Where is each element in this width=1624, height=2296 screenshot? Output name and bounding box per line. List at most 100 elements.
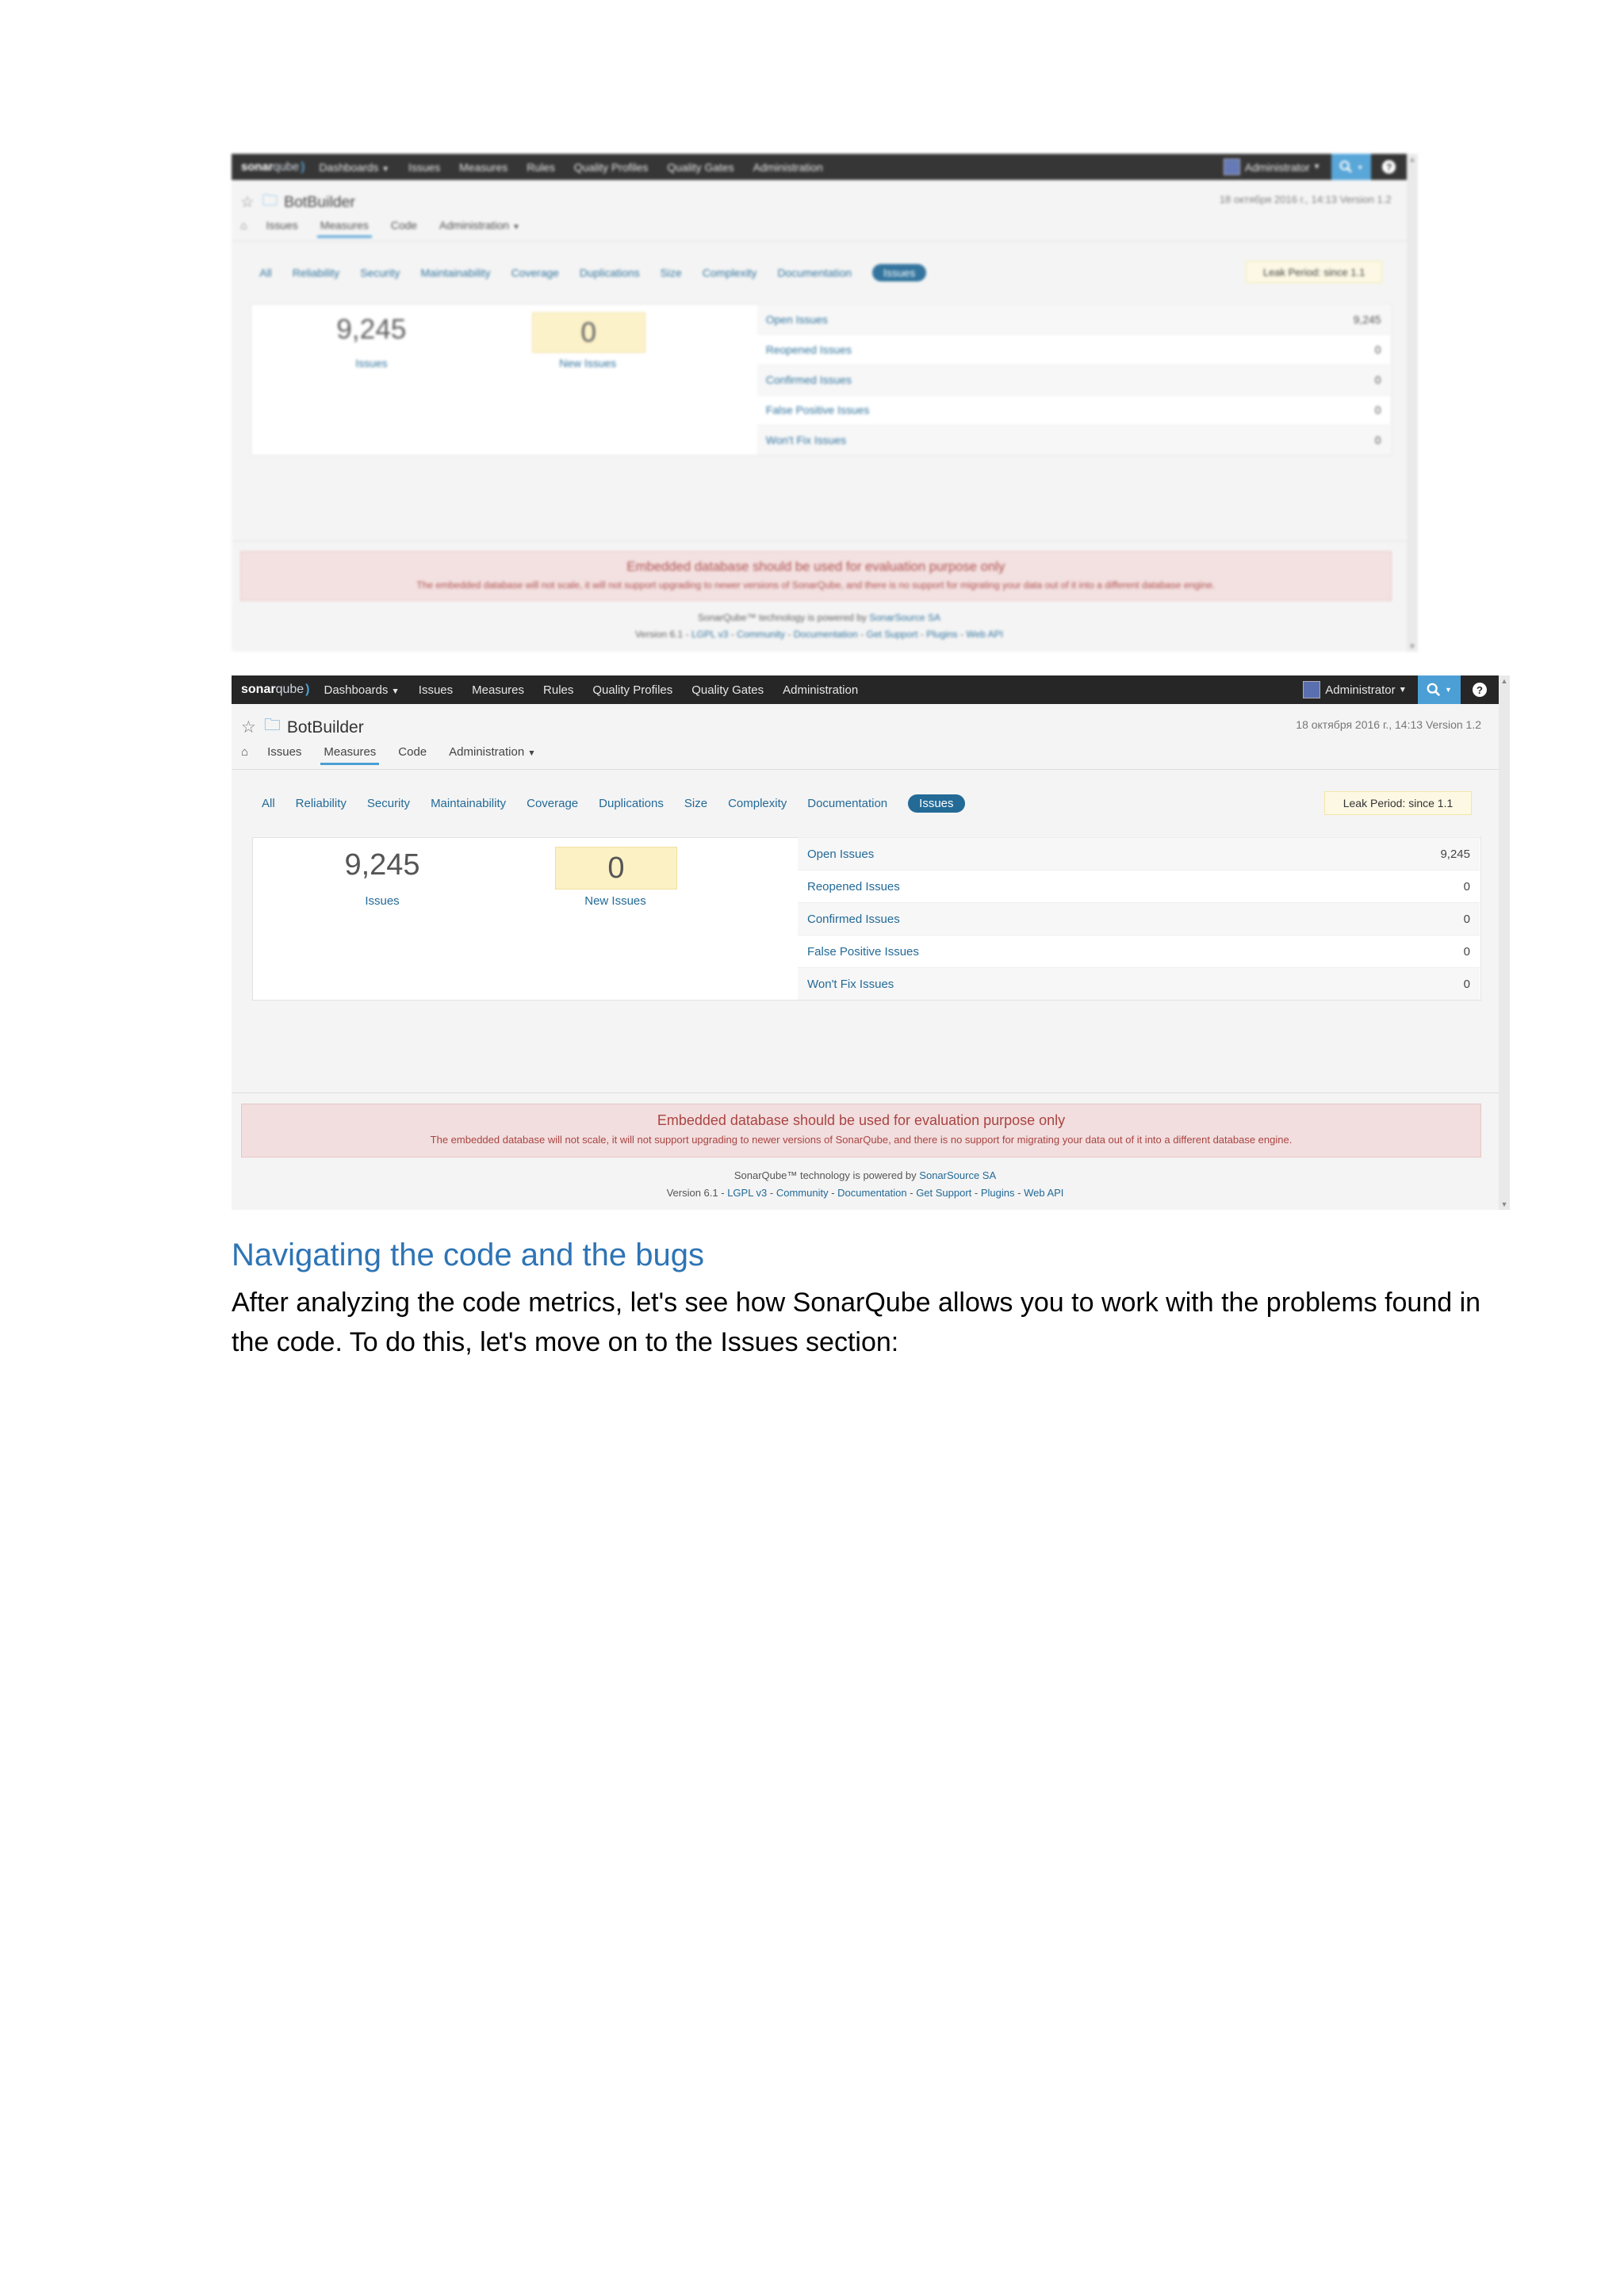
help-button[interactable]: ?	[1371, 154, 1407, 181]
issues-label[interactable]: Issues	[295, 894, 469, 908]
user-menu[interactable]: Administrator ▼	[1224, 159, 1320, 175]
subnav-item-3[interactable]: Administration ▼	[439, 219, 520, 232]
nav-item-0[interactable]: Dashboards ▼	[319, 161, 389, 174]
breakdown-label[interactable]: Confirmed Issues	[766, 373, 852, 386]
new-issues-label[interactable]: New Issues	[514, 357, 661, 369]
breakdown-label[interactable]: Won't Fix Issues	[807, 978, 894, 991]
breakdown-label[interactable]: False Positive Issues	[807, 945, 919, 959]
breakdown-label[interactable]: Reopened Issues	[807, 880, 900, 894]
filter-2[interactable]: Security	[360, 266, 400, 279]
nav-item-5[interactable]: Quality Gates	[691, 683, 764, 697]
footer-link[interactable]: Plugins	[926, 629, 958, 640]
scroll-down-icon[interactable]: ▼	[1407, 642, 1418, 650]
filter-6[interactable]: Size	[684, 797, 707, 810]
footer-link[interactable]: Documentation	[794, 629, 858, 640]
nav-item-4[interactable]: Quality Profiles	[592, 683, 672, 697]
filter-9[interactable]: Issues	[908, 794, 965, 813]
scrollbar[interactable]: ▲ ▼	[1499, 675, 1510, 1210]
footer-link[interactable]: Web API	[1024, 1187, 1063, 1199]
footer-link[interactable]: Get Support	[866, 629, 917, 640]
favorite-star-icon[interactable]: ☆	[240, 193, 254, 212]
filter-6[interactable]: Size	[661, 266, 682, 279]
breakdown-row: Won't Fix Issues 0	[756, 424, 1390, 455]
filter-1[interactable]: Reliability	[293, 266, 340, 279]
breakdown-label[interactable]: Won't Fix Issues	[766, 434, 846, 446]
subnav-item-2[interactable]: Code	[391, 219, 417, 232]
warning-title: Embedded database should be used for eva…	[657, 1112, 1066, 1128]
filter-7[interactable]: Complexity	[703, 266, 757, 279]
footer-link[interactable]: Plugins	[981, 1187, 1015, 1199]
footer-link[interactable]: Get Support	[916, 1187, 971, 1199]
filter-1[interactable]: Reliability	[296, 797, 347, 810]
issues-label[interactable]: Issues	[290, 357, 452, 369]
chevron-down-icon: ▼	[512, 222, 520, 232]
sonarsource-link[interactable]: SonarSource SA	[919, 1169, 996, 1181]
issues-count: 9,245	[336, 314, 407, 346]
filter-8[interactable]: Documentation	[778, 266, 852, 279]
footer-link[interactable]: Community	[776, 1187, 829, 1199]
sonarqube-logo[interactable]: sonarqube)	[232, 683, 310, 697]
filter-0[interactable]: All	[259, 266, 271, 279]
nav-item-1[interactable]: Issues	[419, 683, 453, 697]
avatar	[1303, 681, 1321, 698]
subnav-item-3[interactable]: Administration ▼	[449, 745, 535, 759]
subnav-item-0[interactable]: Issues	[266, 219, 298, 232]
sonarsource-link[interactable]: SonarSource SA	[869, 612, 940, 623]
subnav-item-0[interactable]: Issues	[267, 745, 301, 759]
scroll-up-icon[interactable]: ▲	[1499, 677, 1510, 685]
search-button[interactable]: ▼	[1331, 154, 1372, 181]
filter-9[interactable]: Issues	[872, 264, 927, 282]
nav-item-3[interactable]: Rules	[543, 683, 573, 697]
nav-item-3[interactable]: Rules	[527, 161, 555, 174]
new-issues-label[interactable]: New Issues	[536, 894, 695, 908]
filter-3[interactable]: Maintainability	[420, 266, 490, 279]
subnav-item-1[interactable]: Measures	[316, 219, 372, 238]
breakdown-label[interactable]: Open Issues	[807, 848, 874, 861]
scrollbar[interactable]: ▲ ▼	[1407, 154, 1418, 652]
screenshot-1: sonarqube) Dashboards ▼ Issues Measures Rules…	[232, 154, 1418, 652]
footer-link[interactable]: LGPL v3	[727, 1187, 767, 1199]
filter-5[interactable]: Duplications	[599, 797, 664, 810]
project-name[interactable]: BotBuilder	[287, 718, 364, 737]
footer-link[interactable]: Documentation	[837, 1187, 906, 1199]
home-icon[interactable]: ⌂	[241, 745, 248, 759]
breakdown-label[interactable]: False Positive Issues	[766, 404, 870, 416]
subnav-item-2[interactable]: Code	[398, 745, 427, 759]
breakdown-label[interactable]: Confirmed Issues	[807, 913, 900, 926]
filter-0[interactable]: All	[262, 797, 275, 810]
filter-4[interactable]: Coverage	[527, 797, 578, 810]
nav-item-6[interactable]: Administration	[783, 683, 858, 697]
nav-item-5[interactable]: Quality Gates	[667, 161, 733, 174]
filter-4[interactable]: Coverage	[511, 266, 559, 279]
filter-3[interactable]: Maintainability	[431, 797, 506, 810]
embedded-db-warning: Embedded database should be used for eva…	[241, 1104, 1481, 1158]
search-button[interactable]: ▼	[1418, 675, 1461, 704]
subnav-item-1[interactable]: Measures	[320, 745, 380, 765]
nav-item-1[interactable]: Issues	[408, 161, 440, 174]
breakdown-label[interactable]: Open Issues	[766, 313, 828, 326]
chevron-down-icon: ▼	[527, 748, 536, 758]
nav-item-6[interactable]: Administration	[753, 161, 823, 174]
filter-7[interactable]: Complexity	[728, 797, 787, 810]
nav-item-4[interactable]: Quality Profiles	[574, 161, 649, 174]
footer-link[interactable]: Web API	[966, 629, 1003, 640]
favorite-star-icon[interactable]: ☆	[241, 718, 256, 737]
breakdown-label[interactable]: Reopened Issues	[766, 343, 852, 356]
user-menu[interactable]: Administrator ▼	[1303, 681, 1407, 698]
nav-item-2[interactable]: Measures	[472, 683, 524, 697]
home-icon[interactable]: ⌂	[240, 219, 247, 232]
help-button[interactable]: ?	[1461, 675, 1499, 704]
filter-8[interactable]: Documentation	[807, 797, 887, 810]
chevron-down-icon: ▼	[1398, 685, 1407, 695]
scroll-up-icon[interactable]: ▲	[1407, 155, 1418, 163]
nav-item-0[interactable]: Dashboards ▼	[324, 683, 400, 697]
filter-2[interactable]: Security	[367, 797, 410, 810]
footer-link[interactable]: Community	[737, 629, 785, 640]
scroll-down-icon[interactable]: ▼	[1499, 1200, 1510, 1208]
project-name[interactable]: BotBuilder	[284, 193, 355, 212]
footer-link[interactable]: LGPL v3	[691, 629, 728, 640]
filter-5[interactable]: Duplications	[580, 266, 640, 279]
sonarqube-logo[interactable]: sonarqube)	[232, 161, 304, 174]
nav-item-2[interactable]: Measures	[459, 161, 508, 174]
issues-breakdown: Open Issues 9,245 Reopened Issues 0 Confirme…	[798, 837, 1480, 1000]
